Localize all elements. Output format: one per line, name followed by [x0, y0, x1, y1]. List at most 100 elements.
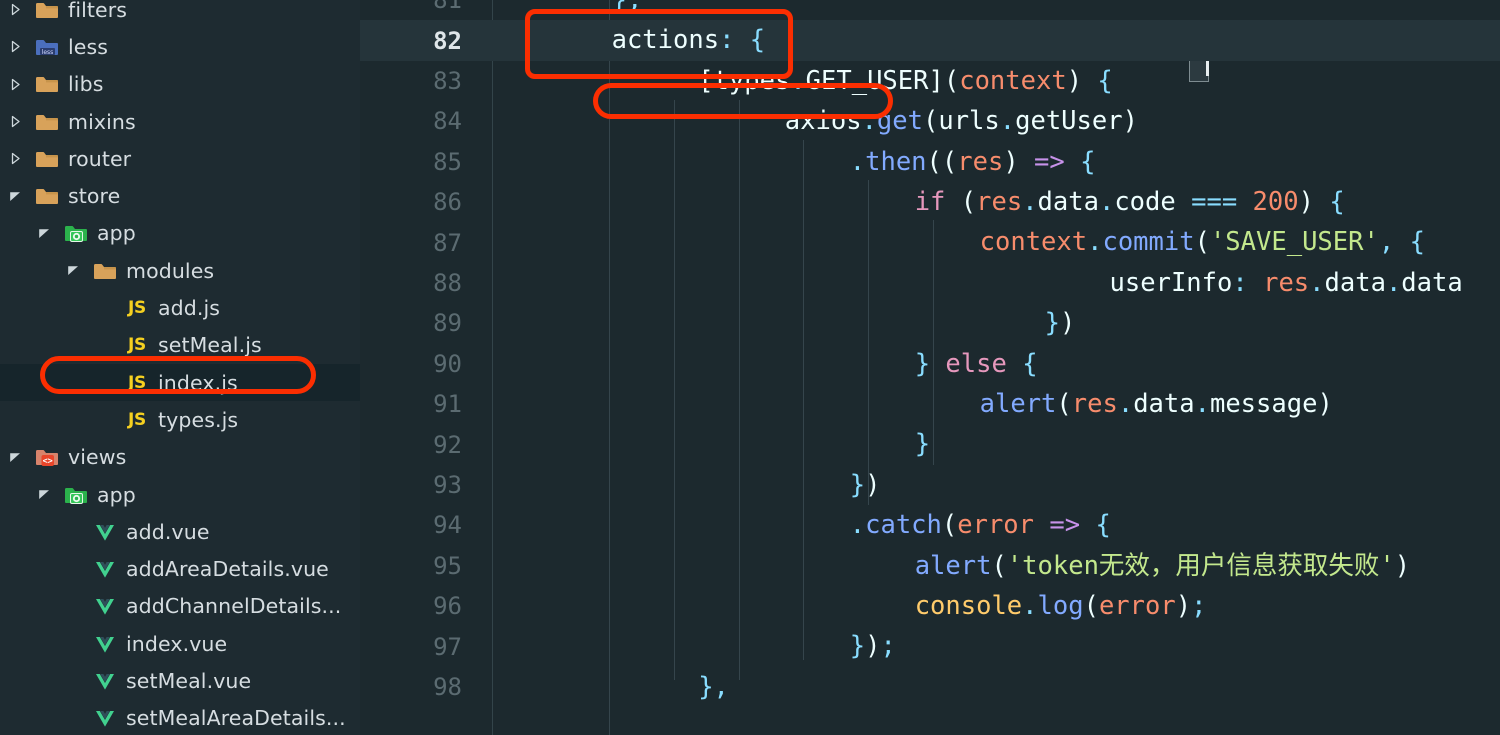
- tree-item-libs[interactable]: libs: [0, 66, 360, 103]
- svg-text:less: less: [42, 49, 54, 56]
- tree-item-mixins[interactable]: mixins: [0, 103, 360, 140]
- vue-file-icon: [92, 706, 118, 730]
- code-line-text: .then((res) => {: [849, 146, 1096, 177]
- line-number: 94: [433, 511, 462, 540]
- code-line-text: actions: {: [611, 25, 766, 56]
- code-line[interactable]: }): [493, 465, 1500, 505]
- tree-item-router[interactable]: router: [0, 140, 360, 177]
- tree-item-label: less: [68, 34, 109, 59]
- code-line[interactable]: .then((res) => {: [493, 142, 1500, 182]
- tree-item-label: types.js: [158, 407, 239, 432]
- chevron-right-icon[interactable]: [8, 40, 23, 53]
- code-line-text: context.commit('SAVE_USER', {: [979, 227, 1425, 258]
- tree-item-add-js[interactable]: JS add.js: [0, 289, 360, 326]
- code-line[interactable]: context.commit('SAVE_USER', {: [493, 222, 1500, 262]
- code-line[interactable]: } else {: [493, 344, 1500, 384]
- tree-item-addareadetails-vue[interactable]: addAreaDetails.vue: [0, 551, 360, 588]
- tree-item-label: index.vue: [126, 631, 228, 656]
- line-number: 83: [433, 66, 462, 95]
- folder-icon: [34, 184, 60, 208]
- code-line-text: console.log(error);: [914, 591, 1207, 621]
- tree-item-index-vue[interactable]: index.vue: [0, 625, 360, 662]
- code-line-text: },: [611, 0, 643, 15]
- vue-file-icon: [92, 669, 118, 693]
- tree-item-addchanneldetails[interactable]: addChannelDetails...: [0, 588, 360, 625]
- tree-item-label: addAreaDetails.vue: [126, 557, 329, 582]
- chevron-right-icon[interactable]: [8, 115, 23, 128]
- tree-item-types-js[interactable]: JS types.js: [0, 401, 360, 438]
- code-line-text: .catch(error => {: [849, 510, 1111, 541]
- code-line-text: alert(res.data.message): [979, 389, 1333, 419]
- chevron-down-icon[interactable]: [66, 265, 81, 276]
- tree-item-label: setMealAreaDetails...: [126, 706, 346, 731]
- code-line[interactable]: .catch(error => {: [493, 505, 1500, 545]
- folder-icon: [92, 259, 118, 283]
- chevron-right-icon[interactable]: [8, 3, 23, 16]
- code-line-text: userInfo: res.data.data: [1109, 267, 1463, 298]
- editor-line-number-gutter: 81 82 83 84 85 86 87 88 89 90 91 92 93 94 95 96 97 98: [360, 0, 493, 735]
- tree-item-label: index.js: [158, 370, 238, 395]
- code-line[interactable]: alert('token无效，用户信息获取失败'): [493, 546, 1500, 586]
- project-file-tree[interactable]: filters less less libs mixins router store app m…: [0, 0, 360, 735]
- code-line[interactable]: alert(res.data.message): [493, 384, 1500, 424]
- chevron-right-icon[interactable]: [8, 152, 23, 165]
- tree-item-less[interactable]: less less: [0, 28, 360, 65]
- tree-item-setmeal-js[interactable]: JS setMeal.js: [0, 327, 360, 364]
- tree-item-index-js[interactable]: JS index.js: [0, 364, 360, 402]
- js-file-icon: JS: [128, 409, 146, 430]
- tree-item-app[interactable]: app: [0, 215, 360, 252]
- vue-file-icon: [92, 557, 118, 581]
- tree-item-filters[interactable]: filters: [0, 0, 360, 28]
- code-line[interactable]: },: [493, 0, 1500, 20]
- code-line-text: }: [914, 429, 931, 460]
- code-line-text: } else {: [914, 348, 1038, 379]
- chevron-down-icon[interactable]: [37, 489, 52, 500]
- folder-icon: [34, 72, 60, 96]
- line-number: 95: [433, 551, 462, 580]
- code-line-text: alert('token无效，用户信息获取失败'): [914, 550, 1411, 581]
- js-file-icon: JS: [128, 372, 146, 393]
- tree-item-app[interactable]: app: [0, 476, 360, 513]
- line-number: 88: [433, 268, 462, 297]
- code-line[interactable]: }): [493, 303, 1500, 343]
- code-line[interactable]: userInfo: res.data.data: [493, 263, 1500, 303]
- code-line[interactable]: }: [493, 424, 1500, 464]
- code-line[interactable]: actions: {: [493, 20, 1500, 61]
- folder-code-icon: <>: [34, 445, 60, 469]
- code-line[interactable]: [types.GET_USER](context) {: [493, 61, 1500, 101]
- folder-less-icon: less: [34, 35, 60, 59]
- tree-item-label: add.vue: [126, 519, 210, 544]
- chevron-down-icon[interactable]: [8, 191, 23, 202]
- vue-file-icon: [92, 632, 118, 656]
- folder-gear-icon: [63, 221, 89, 245]
- line-number: 92: [433, 430, 462, 459]
- code-line-text: }): [849, 469, 881, 500]
- code-line[interactable]: axios.get(urls.getUser): [493, 101, 1500, 141]
- line-number: 96: [433, 592, 462, 621]
- tree-item-setmealareadetails[interactable]: setMealAreaDetails...: [0, 700, 360, 735]
- tree-item-modules[interactable]: modules: [0, 252, 360, 289]
- line-number: 81: [433, 0, 462, 15]
- tree-item-store[interactable]: store: [0, 178, 360, 215]
- tree-item-label: add.js: [158, 296, 221, 321]
- folder-icon: [34, 110, 60, 134]
- code-line[interactable]: },: [493, 667, 1500, 707]
- tree-item-label: addChannelDetails...: [126, 594, 342, 619]
- code-editor-surface[interactable]: }, actions: {[types.GET_USER](context) {a…: [493, 0, 1500, 735]
- code-line[interactable]: if (res.data.code === 200) {: [493, 182, 1500, 222]
- folder-icon: [34, 0, 60, 22]
- chevron-down-icon[interactable]: [37, 228, 52, 239]
- line-number: 91: [433, 390, 462, 419]
- code-line[interactable]: console.log(error);: [493, 586, 1500, 626]
- tree-item-views[interactable]: <> views: [0, 439, 360, 476]
- tree-item-label: router: [68, 146, 132, 171]
- tree-item-setmeal-vue[interactable]: setMeal.vue: [0, 662, 360, 699]
- chevron-right-icon[interactable]: [8, 78, 23, 91]
- tree-item-label: libs: [68, 72, 104, 97]
- ide-window: filters less less libs mixins router store app m…: [0, 0, 1500, 735]
- svg-text:<>: <>: [43, 457, 53, 467]
- chevron-down-icon[interactable]: [8, 452, 23, 463]
- tree-item-add-vue[interactable]: add.vue: [0, 513, 360, 550]
- folder-gear-icon: [63, 483, 89, 507]
- code-line[interactable]: });: [493, 626, 1500, 666]
